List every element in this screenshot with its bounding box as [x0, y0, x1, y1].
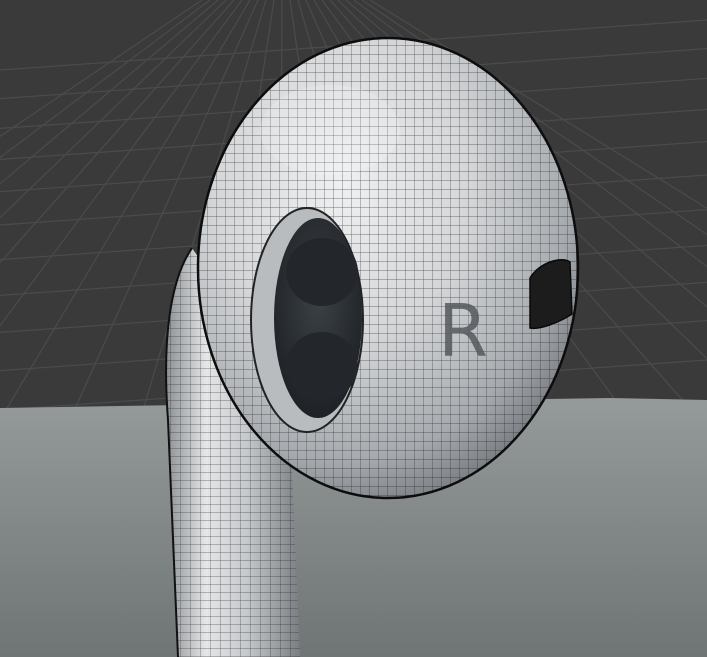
side-marking-label: R — [438, 289, 488, 373]
3d-viewport[interactable]: R — [0, 0, 707, 657]
side-vent — [529, 258, 573, 330]
earbud-render: R — [0, 0, 707, 657]
speaker-grille — [250, 207, 364, 433]
